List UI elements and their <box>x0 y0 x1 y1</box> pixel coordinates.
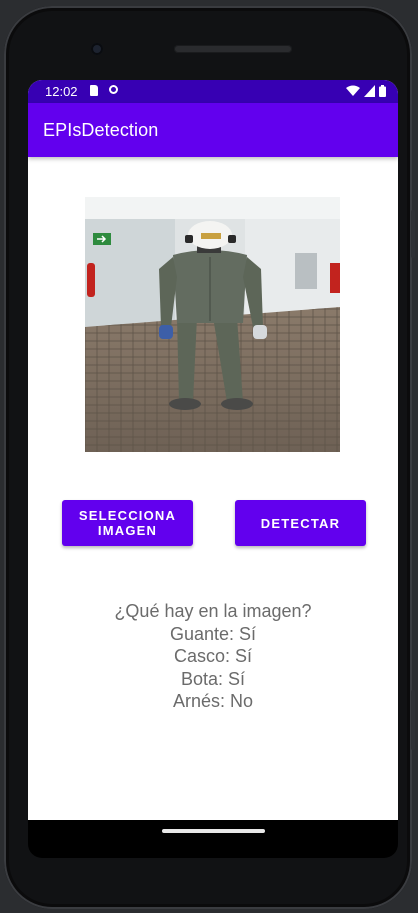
navigation-bar <box>28 820 398 858</box>
device-frame: 12:02 EPIsDetection SELECCIONA IMAGEN DE… <box>0 0 418 913</box>
sd-card-icon <box>90 85 98 96</box>
status-time: 12:02 <box>45 84 78 99</box>
worker-photo <box>85 197 340 452</box>
front-camera <box>91 43 103 55</box>
power-button[interactable] <box>411 690 415 750</box>
earpiece-speaker <box>174 45 292 53</box>
selected-image <box>85 197 340 452</box>
status-bar: 12:02 <box>28 80 398 103</box>
app-bar: EPIsDetection <box>28 103 398 157</box>
app-notification-icon <box>109 85 118 94</box>
app-screen: 12:02 EPIsDetection SELECCIONA IMAGEN DE… <box>28 80 398 820</box>
home-gesture-handle[interactable] <box>162 829 265 833</box>
result-boot: Bota: Sí <box>180 668 246 689</box>
select-image-button[interactable]: SELECCIONA IMAGEN <box>62 500 193 546</box>
result-glove: Guante: Sí <box>169 623 257 644</box>
battery-icon <box>379 85 386 97</box>
signal-icon <box>364 85 375 97</box>
detect-button[interactable]: DETECTAR <box>235 500 366 546</box>
app-title: EPIsDetection <box>43 120 159 140</box>
results-question: ¿Qué hay en la imagen? <box>114 601 312 621</box>
result-harness: Arnés: No <box>172 691 254 711</box>
volume-button[interactable] <box>411 210 415 258</box>
result-helmet: Casco: Sí <box>173 646 253 666</box>
status-right-icons <box>346 84 386 98</box>
wifi-icon <box>346 85 360 96</box>
detection-results: ¿Qué hay en la imagen? Guante: Sí Casco:… <box>28 600 398 713</box>
